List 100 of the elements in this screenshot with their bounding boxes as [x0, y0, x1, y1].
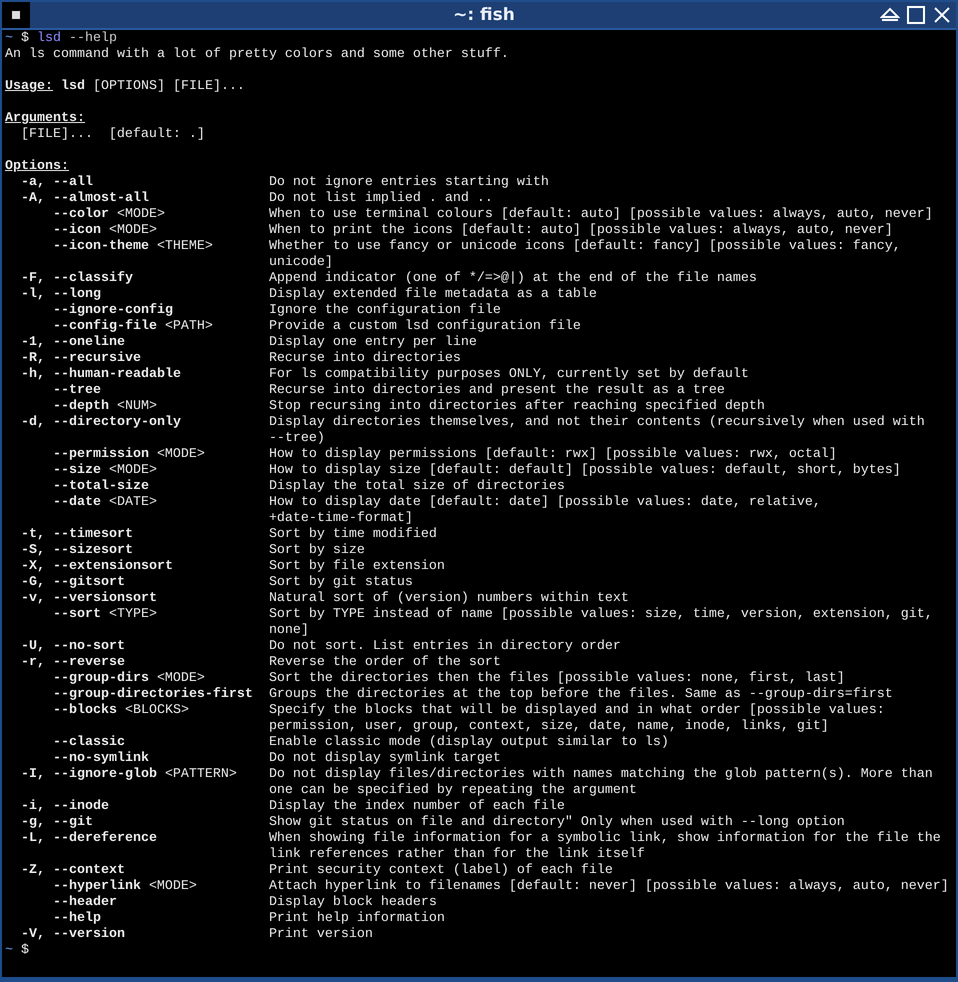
option-description: Do not display symlink target	[268, 751, 501, 767]
short-option-name: -g,	[20, 815, 46, 831]
option-argument-label: <DATE>	[108, 495, 157, 511]
command-argument: --help	[68, 31, 117, 47]
long-option-name: --color	[52, 207, 109, 223]
long-option-name: --human-readable	[52, 367, 181, 383]
long-option-name: --date	[52, 495, 101, 511]
argument-default: [default: .]	[108, 127, 205, 143]
option-argument-label: <BLOCKS>	[124, 703, 189, 719]
long-option-name: --sizesort	[52, 543, 133, 559]
short-option-name: -d,	[20, 415, 46, 431]
option-description: Provide a custom lsd configuration file	[268, 319, 581, 335]
short-option-name: -X,	[20, 559, 46, 575]
long-option-name: --timesort	[52, 527, 133, 543]
option-description: Stop recursing into directories after reaching specified depth	[268, 399, 765, 415]
option-description: Do not display files/directories with names matching the glob pattern(s). More than one can be specified by repeating the argument	[268, 767, 933, 799]
long-option-name: --ignore-glob	[52, 767, 157, 783]
prompt-directory: ~	[5, 31, 13, 47]
short-option-name: -r,	[20, 655, 46, 671]
short-option-name: -U,	[20, 639, 46, 655]
long-option-name: --no-symlink	[52, 751, 149, 767]
option-argument-label: <PATH>	[164, 319, 213, 335]
square-icon	[12, 11, 20, 19]
short-option-name: -a,	[20, 175, 46, 191]
command-name: lsd	[36, 31, 61, 47]
short-option-name: -l,	[20, 287, 46, 303]
short-option-name: -A,	[20, 191, 46, 207]
short-option-name: -v,	[20, 591, 46, 607]
long-option-name: --hyperlink	[52, 879, 141, 895]
long-option-name: --extensionsort	[52, 559, 173, 575]
option-argument-label: <TYPE>	[108, 607, 157, 623]
short-option-name: -h,	[20, 367, 46, 383]
option-description: Sort by size	[268, 543, 365, 559]
argument-name: [FILE]...	[20, 127, 93, 143]
option-description: How to display permissions [default: rwx] [possible values: rwx, octal]	[268, 447, 837, 463]
long-option-name: --almost-all	[52, 191, 149, 207]
long-option-name: --group-directories-first	[52, 687, 253, 703]
option-description: When showing file information for a symbolic link, show information for the file the link references rather than for the link itself	[268, 831, 941, 863]
option-argument-label: <MODE>	[156, 671, 205, 687]
option-description: Display the index number of each file	[268, 799, 565, 815]
window-title: ~: fish	[452, 5, 516, 25]
prompt-symbol: $	[20, 31, 29, 47]
long-option-name: --size	[52, 463, 101, 479]
long-option-name: --tree	[52, 383, 101, 399]
short-option-name: -L,	[20, 831, 46, 847]
options-heading: Options:	[5, 159, 69, 175]
option-description: How to display size [default: default] [possible values: default, short, bytes]	[268, 463, 901, 479]
option-argument-label: <MODE>	[156, 447, 205, 463]
option-description: Do not list implied . and ..	[268, 191, 493, 207]
long-option-name: --versionsort	[52, 591, 157, 607]
long-option-name: --gitsort	[52, 575, 125, 591]
option-description: Display one entry per line	[268, 335, 477, 351]
long-option-name: --header	[52, 895, 117, 911]
option-description: Reverse the order of the sort	[268, 655, 501, 671]
option-description: Show git status on file and directory" Only when used with --long option	[268, 815, 845, 831]
option-description: Natural sort of (version) numbers within text	[268, 591, 629, 607]
long-option-name: --config-file	[52, 319, 157, 335]
long-option-name: --sort	[52, 607, 101, 623]
long-option-name: --all	[52, 175, 93, 191]
option-description: Append indicator (one of */=>@|) at the end of the file names	[268, 271, 757, 287]
long-option-name: --inode	[52, 799, 109, 815]
option-description: Print help information	[268, 911, 445, 927]
option-argument-label: <MODE>	[148, 879, 197, 895]
option-description: Sort the directories then the files [possible values: none, first, last]	[268, 671, 845, 687]
prompt-directory: ~	[5, 943, 13, 959]
option-description: Whether to use fancy or unicode icons [default: fancy] [possible values: fancy, unicode]	[268, 239, 901, 271]
option-description: Recurse into directories	[268, 351, 461, 367]
option-description: Sort by git status	[268, 575, 413, 591]
long-option-name: --classify	[52, 271, 133, 287]
option-description: Do not ignore entries starting with	[268, 175, 549, 191]
long-option-name: --total-size	[52, 479, 149, 495]
option-argument-label: <PATTERN>	[164, 767, 237, 783]
maximize-button[interactable]	[904, 3, 928, 27]
option-argument-label: <NUM>	[116, 399, 157, 415]
short-option-name: -G,	[20, 575, 46, 591]
long-option-name: --ignore-config	[52, 303, 173, 319]
long-option-name: --reverse	[52, 655, 125, 671]
short-option-name: -F,	[20, 271, 46, 287]
short-option-name: -V,	[20, 927, 46, 943]
long-option-name: --group-dirs	[52, 671, 149, 687]
window-menu-button[interactable]	[2, 2, 30, 28]
option-description: When to print the icons [default: auto] [possible values: always, auto, never]	[268, 223, 893, 239]
option-description: Display block headers	[268, 895, 437, 911]
option-argument-label: <MODE>	[116, 207, 165, 223]
option-description: For ls compatibility purposes ONLY, currently set by default	[268, 367, 749, 383]
option-description: When to use terminal colours [default: auto] [possible values: always, auto, never]	[268, 207, 933, 223]
long-option-name: --long	[52, 287, 101, 303]
long-option-name: --oneline	[52, 335, 125, 351]
option-description: Do not sort. List entries in directory order	[268, 639, 621, 655]
option-description: Sort by time modified	[268, 527, 437, 543]
option-description: Recurse into directories and present the result as a tree	[268, 383, 725, 399]
option-description: Ignore the configuration file	[268, 303, 501, 319]
option-description: How to display date [default: date] [possible values: date, relative, +date-time-format]	[268, 495, 821, 527]
long-option-name: --version	[52, 927, 125, 943]
option-description: Display extended file metadata as a table	[268, 287, 597, 303]
arguments-heading: Arguments:	[5, 111, 85, 127]
long-option-name: --icon	[52, 223, 101, 239]
option-argument-label: <MODE>	[108, 463, 157, 479]
long-option-name: --classic	[52, 735, 125, 751]
option-argument-label: <MODE>	[108, 223, 157, 239]
